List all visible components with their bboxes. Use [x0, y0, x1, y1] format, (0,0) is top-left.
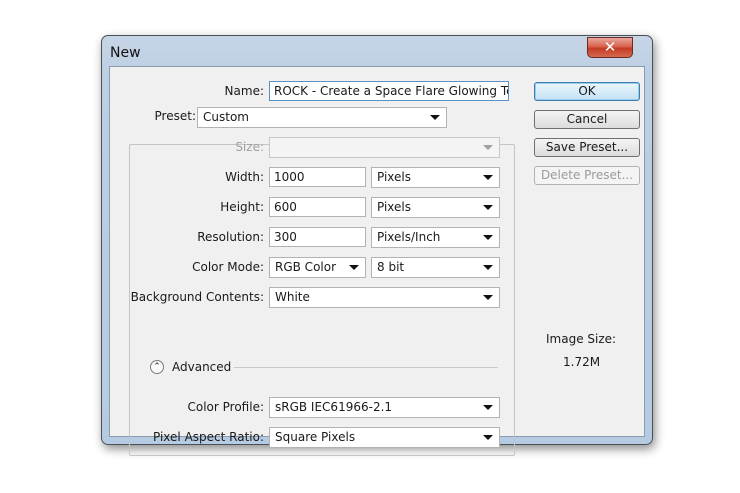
color-mode-value: RGB Color: [275, 260, 337, 274]
height-input[interactable]: 600: [269, 197, 366, 217]
name-input[interactable]: ROCK - Create a Space Flare Glowing Text: [269, 81, 509, 101]
cancel-button[interactable]: Cancel: [534, 110, 640, 129]
resolution-unit-select[interactable]: Pixels/Inch: [371, 227, 500, 248]
chevron-down-icon: [483, 175, 493, 180]
image-size-value: 1.72M: [563, 355, 601, 369]
preset-label: Preset:: [142, 109, 200, 123]
chevron-down-icon: [483, 435, 493, 440]
advanced-toggle-label[interactable]: Advanced: [172, 360, 231, 374]
width-unit-select[interactable]: Pixels: [371, 167, 500, 188]
resolution-unit-value: Pixels/Inch: [377, 230, 441, 244]
name-value: ROCK - Create a Space Flare Glowing Text: [274, 84, 509, 98]
height-unit-value: Pixels: [377, 200, 412, 214]
preset-value: Custom: [203, 110, 249, 124]
color-mode-select[interactable]: RGB Color: [269, 257, 366, 278]
color-profile-value: sRGB IEC61966-2.1: [275, 400, 393, 414]
size-label: Size:: [235, 140, 264, 154]
pixel-aspect-value: Square Pixels: [275, 430, 356, 444]
color-mode-label: Color Mode:: [192, 260, 264, 274]
size-select: [269, 137, 500, 158]
pixel-aspect-label: Pixel Aspect Ratio:: [153, 430, 264, 444]
dialog-title: New: [110, 45, 141, 61]
chevron-down-icon: [483, 265, 493, 270]
chevron-down-icon: [430, 115, 440, 120]
save-preset-button[interactable]: Save Preset...: [534, 138, 640, 157]
chevron-down-icon: [483, 145, 493, 150]
resolution-label: Resolution:: [197, 230, 264, 244]
pixel-aspect-select[interactable]: Square Pixels: [269, 427, 500, 448]
chevron-down-icon: [483, 235, 493, 240]
width-label: Width:: [225, 170, 264, 184]
bit-depth-value: 8 bit: [377, 260, 405, 274]
advanced-divider: [234, 367, 498, 368]
background-contents-value: White: [275, 290, 310, 304]
background-contents-label: Background Contents:: [130, 290, 264, 304]
preset-select[interactable]: Custom: [197, 107, 447, 128]
chevron-down-icon: [483, 405, 493, 410]
color-profile-select[interactable]: sRGB IEC61966-2.1: [269, 397, 500, 418]
image-size-label: Image Size:: [546, 332, 617, 346]
resolution-input[interactable]: 300: [269, 227, 366, 247]
width-value: 1000: [274, 170, 305, 184]
delete-preset-button: Delete Preset...: [534, 166, 640, 185]
resolution-value: 300: [274, 230, 297, 244]
close-button[interactable]: ✕: [587, 37, 633, 58]
color-profile-label: Color Profile:: [187, 400, 265, 414]
background-contents-select[interactable]: White: [269, 287, 500, 308]
dialog-body: Name: ROCK - Create a Space Flare Glowin…: [109, 66, 645, 456]
chevron-down-icon: [483, 295, 493, 300]
chevron-down-icon: [349, 265, 359, 270]
chevron-down-icon: [483, 205, 493, 210]
new-document-dialog: New ✕ Name: ROCK - Create a Space Flare …: [101, 35, 653, 456]
height-value: 600: [274, 200, 297, 214]
name-label: Name:: [224, 84, 264, 98]
close-icon: ✕: [603, 38, 617, 56]
bit-depth-select[interactable]: 8 bit: [371, 257, 500, 278]
ok-button[interactable]: OK: [534, 82, 640, 101]
height-label: Height:: [220, 200, 264, 214]
width-input[interactable]: 1000: [269, 167, 366, 187]
height-unit-select[interactable]: Pixels: [371, 197, 500, 218]
width-unit-value: Pixels: [377, 170, 412, 184]
chevron-up-icon[interactable]: ⌃: [150, 360, 164, 374]
